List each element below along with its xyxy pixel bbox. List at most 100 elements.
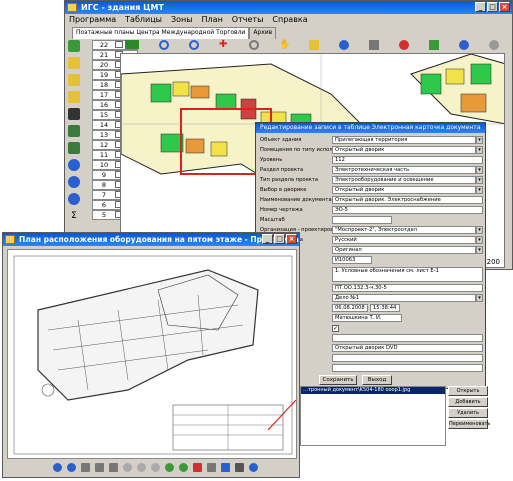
field-value[interactable] — [332, 354, 483, 363]
rename-button[interactable]: Переименовать — [448, 419, 490, 429]
rotate-right-icon[interactable] — [179, 463, 188, 472]
add-button[interactable]: Добавить — [448, 397, 488, 407]
field-label: Раздел проекта — [260, 167, 304, 174]
dropdown-arrow-icon[interactable]: ▾ — [476, 176, 483, 185]
menu-reports[interactable]: Отчеты — [232, 14, 264, 26]
grid-icon[interactable] — [68, 142, 80, 154]
no-icon[interactable] — [68, 159, 80, 171]
dropdown-arrow-icon[interactable]: ▾ — [476, 236, 483, 245]
dropdown-arrow-icon[interactable]: ▾ — [476, 136, 483, 145]
field-value[interactable]: И10063 — [332, 256, 372, 265]
binoculars-icon[interactable] — [68, 108, 80, 120]
first-page-icon[interactable] — [53, 463, 62, 472]
tab-floor-plans[interactable]: Поэтажные планы Центра Международной Тор… — [72, 27, 250, 39]
zoom-in-icon[interactable] — [189, 40, 199, 50]
zoom-icon[interactable] — [249, 40, 259, 50]
field-value[interactable]: ПТ.ОО.132.3-ч.30-5 — [332, 284, 483, 293]
tab-archive[interactable]: Архив — [249, 27, 277, 39]
date-field[interactable]: 06.08.2008 — [332, 304, 368, 313]
notes-field[interactable]: 1. Условные обозначения см. лист Е-1 — [332, 266, 483, 282]
menu-tables[interactable]: Таблицы — [125, 14, 162, 26]
exit-button[interactable]: Выход — [362, 375, 392, 385]
field-value[interactable]: Открытый дворик — [332, 146, 476, 155]
menu-program[interactable]: Программа — [69, 14, 116, 26]
resize-icon[interactable] — [81, 463, 90, 472]
print-icon[interactable] — [235, 463, 244, 472]
settings-icon[interactable] — [489, 40, 499, 50]
delete-icon[interactable] — [193, 463, 202, 472]
author-field[interactable]: Матюшкина Т. И. — [332, 314, 402, 323]
dropdown-arrow-icon[interactable]: ▾ — [476, 186, 483, 195]
field-value[interactable]: Открытый дворик — [332, 186, 476, 195]
layer-icon[interactable] — [125, 40, 139, 49]
menu-plan[interactable]: План — [202, 14, 223, 26]
dropdown-arrow-icon[interactable]: ▾ — [476, 246, 483, 255]
arrow-right-icon[interactable] — [68, 74, 80, 86]
info-icon[interactable] — [339, 40, 349, 50]
open-button[interactable]: Открыть — [448, 386, 488, 396]
help-icon[interactable] — [249, 463, 258, 472]
field-value[interactable]: Дело №1 — [332, 294, 476, 303]
prev-page-icon[interactable] — [67, 463, 76, 472]
zoom-out-icon[interactable] — [151, 463, 160, 472]
save-icon[interactable] — [221, 463, 230, 472]
rotate-left-icon[interactable] — [165, 463, 174, 472]
field-value[interactable]: 112 — [332, 156, 483, 165]
field-label: Масштаб — [260, 217, 285, 224]
dropdown-arrow-icon[interactable]: ▾ — [476, 166, 483, 175]
zoom-in-icon[interactable] — [137, 463, 146, 472]
zone-icon[interactable] — [68, 40, 80, 52]
export-icon[interactable] — [429, 40, 439, 50]
drawing-viewport[interactable] — [7, 249, 297, 459]
floor-checkbox[interactable] — [115, 41, 123, 49]
no-icon[interactable] — [68, 193, 80, 205]
resize-icon[interactable] — [95, 463, 104, 472]
dropdown-arrow-icon[interactable]: ▾ — [476, 226, 483, 235]
print-icon[interactable] — [369, 40, 379, 50]
time-field[interactable]: 15:38:44 — [370, 304, 400, 313]
field-value[interactable]: ЭО-5 — [332, 206, 483, 215]
globe-icon[interactable] — [459, 40, 469, 50]
fit-icon[interactable] — [109, 463, 118, 472]
floor-number: 11 — [99, 150, 109, 159]
field-value[interactable]: "Моспроект-2", Электроотдел — [332, 226, 476, 235]
maximize-button[interactable]: □ — [274, 234, 285, 244]
field-value[interactable] — [332, 216, 392, 225]
field-value[interactable]: Электрооборудование и освещение — [332, 176, 476, 185]
no-icon[interactable] — [68, 176, 80, 188]
minimize-button[interactable]: _ — [262, 234, 273, 244]
dropdown-arrow-icon[interactable]: ▾ — [476, 294, 483, 303]
field-value[interactable]: Открытый дворик. Электроснабжение — [332, 196, 483, 205]
maximize-button[interactable]: □ — [487, 2, 498, 12]
checkbox[interactable]: ✓ — [332, 324, 339, 332]
cut-icon[interactable] — [207, 463, 216, 472]
field-value[interactable]: Русский — [332, 236, 476, 245]
list-item[interactable]: …тронный документ\K504-180 ooop1.jpg — [301, 387, 445, 394]
minimize-button[interactable]: _ — [475, 2, 486, 12]
dropdown-arrow-icon[interactable]: ▾ — [476, 146, 483, 155]
select-icon[interactable] — [309, 40, 319, 50]
delete-button[interactable]: Удалить — [448, 408, 488, 418]
zoom-out-icon[interactable] — [159, 40, 169, 50]
field-value[interactable]: Оригинал — [332, 246, 476, 255]
arrow-right-icon[interactable] — [68, 57, 80, 69]
menu-zones[interactable]: Зоны — [171, 14, 193, 26]
field-value[interactable] — [332, 334, 483, 343]
attachment-list[interactable]: …тронный документ\K504-180 ooop1.jpg — [300, 386, 446, 446]
move-icon[interactable]: ✚ — [219, 40, 229, 50]
field-value[interactable] — [332, 364, 483, 373]
close-button[interactable]: × — [286, 234, 297, 244]
field-row: Выбор в дворике Открытый дворик ▾ — [260, 186, 483, 195]
grid-icon[interactable] — [68, 125, 80, 137]
field-value[interactable]: Прилегающая территория — [332, 136, 476, 145]
menu-help[interactable]: Справка — [272, 14, 307, 26]
save-button[interactable]: Сохранить — [319, 375, 357, 385]
hand-icon[interactable]: ✋ — [279, 40, 290, 50]
field-value[interactable]: Электротехническая часть — [332, 166, 476, 175]
field-value[interactable]: Открытый дворик DVD — [332, 344, 483, 353]
close-button[interactable]: × — [499, 2, 510, 12]
zoom-icon[interactable] — [123, 463, 132, 472]
arrow-right-icon[interactable] — [68, 91, 80, 103]
sigma-icon[interactable]: Σ — [68, 210, 80, 222]
stop-icon[interactable] — [399, 40, 409, 50]
